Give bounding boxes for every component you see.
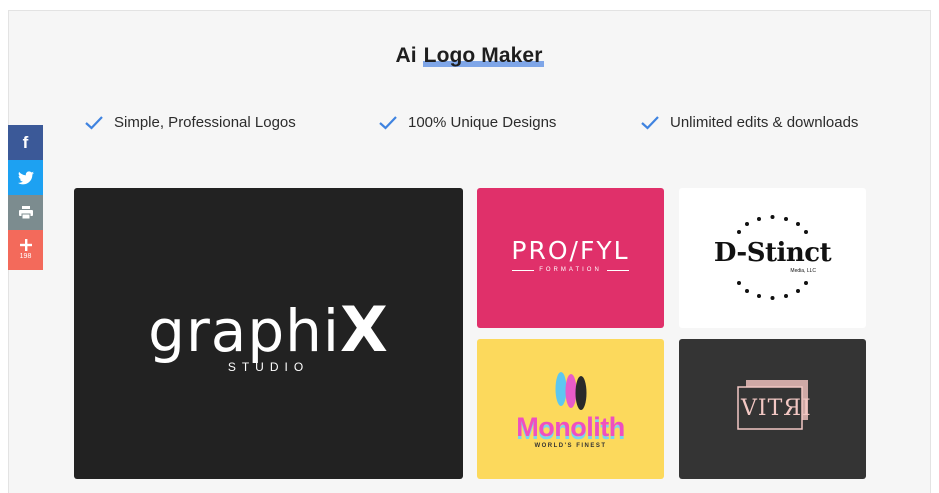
- proofyl-logo-name: PRO/FYL: [511, 236, 630, 265]
- divider: [606, 269, 629, 271]
- print-icon: [18, 206, 33, 219]
- page-title: Ai Logo Maker: [0, 44, 939, 68]
- proofyl-logo-subtitle: FORMATION: [539, 267, 602, 273]
- twitter-icon: [17, 170, 34, 184]
- feature-item: Unlimited edits & downloads: [640, 114, 858, 131]
- logo-card-dstinct[interactable]: D-Stinct Media, LLC: [679, 188, 866, 328]
- logo-card-monolith[interactable]: Monolith WORLD'S FINEST: [477, 339, 664, 479]
- social-share-bar: f 198: [8, 125, 43, 270]
- dstinct-logo-subtitle: Media, LLC: [790, 268, 816, 274]
- logo-card-proofyl[interactable]: PRO/FYL FORMATION: [477, 188, 664, 328]
- print-button[interactable]: [8, 195, 43, 230]
- graphix-logo-name: graphiX: [148, 293, 389, 366]
- title-highlight: Logo Maker: [422, 44, 544, 67]
- feature-label: Unlimited edits & downloads: [670, 114, 859, 131]
- logo-card-vitri[interactable]: VITЯI: [679, 339, 866, 479]
- proofyl-logo-subtitle-row: FORMATION: [512, 267, 629, 273]
- share-count: 198: [19, 253, 32, 260]
- feature-item: Simple, Professional Logos: [84, 114, 296, 131]
- check-icon: [641, 115, 659, 130]
- monolith-logo-subtitle: WORLD'S FINEST: [534, 443, 607, 449]
- feather-leaves-icon: [555, 372, 587, 410]
- check-icon: [85, 115, 103, 130]
- facebook-share-button[interactable]: f: [8, 125, 43, 160]
- plus-icon: [19, 239, 32, 251]
- divider: [512, 269, 535, 271]
- feature-label: 100% Unique Designs: [408, 114, 557, 131]
- more-share-button[interactable]: 198: [8, 230, 43, 270]
- title-prefix: Ai: [395, 44, 417, 67]
- logo-card-graphix[interactable]: graphiX STUDIO: [74, 188, 463, 479]
- facebook-icon: f: [22, 133, 29, 152]
- vitri-logo-name: VITЯI: [741, 396, 812, 421]
- feature-label: Simple, Professional Logos: [114, 114, 296, 131]
- dstinct-logo-name: D-Stinct: [713, 238, 832, 268]
- twitter-share-button[interactable]: [8, 160, 43, 195]
- monolith-logo-name: Monolith: [516, 412, 625, 442]
- feature-item: 100% Unique Designs: [378, 114, 556, 131]
- check-icon: [379, 115, 397, 130]
- graphix-logo-subtitle: STUDIO: [227, 360, 310, 374]
- feature-list: Simple, Professional Logos 100% Unique D…: [0, 114, 939, 138]
